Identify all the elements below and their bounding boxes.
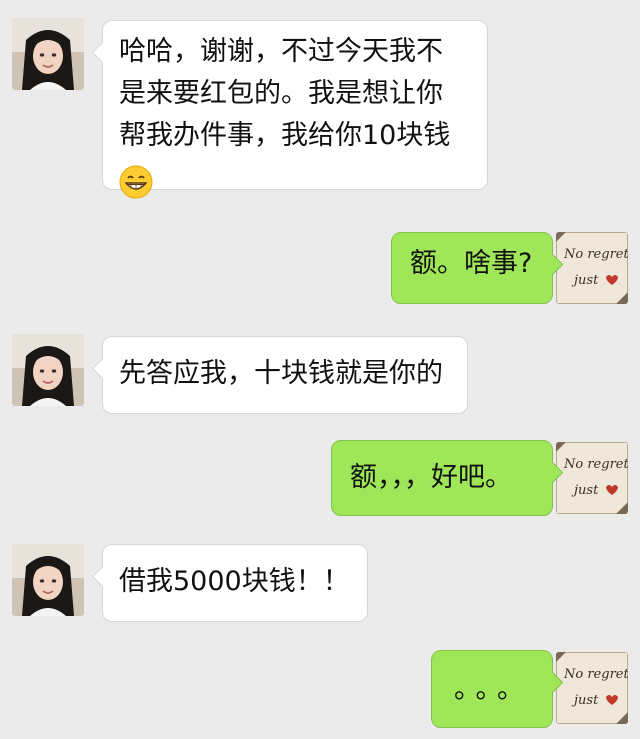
message-text: 先答应我，十块钱就是你的 xyxy=(119,358,443,389)
message-text-line: 是来要红包的。我是想让你 xyxy=(119,78,443,109)
svg-text:just: just xyxy=(571,693,599,708)
contact-avatar[interactable] xyxy=(12,544,84,616)
incoming-message-bubble[interactable]: 借我5000块钱！！ xyxy=(91,544,368,622)
message-text: 额，，，好吧。 xyxy=(350,462,512,493)
message-text: 。。。 xyxy=(454,674,532,705)
svg-text:just: just xyxy=(571,483,599,498)
message-row: No regrets just 额。啥事? xyxy=(0,228,640,310)
message-text: 额。啥事? xyxy=(410,248,533,279)
svg-text:just: just xyxy=(571,273,599,288)
svg-text:No regrets: No regrets xyxy=(563,247,628,262)
contact-avatar[interactable] xyxy=(12,334,84,406)
message-row: 哈哈，谢谢，不过今天我不 是来要红包的。我是想让你 帮我办件事，我给你10块钱 xyxy=(0,18,640,198)
message-row: No regrets just 额，，，好吧。 xyxy=(0,438,640,520)
grinning-face-icon xyxy=(119,165,153,198)
contact-avatar[interactable] xyxy=(12,18,84,90)
outgoing-message-bubble[interactable]: 额。啥事? xyxy=(391,232,564,304)
self-avatar[interactable]: No regrets just xyxy=(556,232,628,304)
self-avatar[interactable]: No regrets just xyxy=(556,652,628,724)
message-text: 借我5000块钱！！ xyxy=(119,566,350,597)
self-avatar[interactable]: No regrets just xyxy=(556,442,628,514)
incoming-message-bubble[interactable]: 哈哈，谢谢，不过今天我不 是来要红包的。我是想让你 帮我办件事，我给你10块钱 xyxy=(91,20,488,198)
message-row: 先答应我，十块钱就是你的 xyxy=(0,334,640,416)
chat-window[interactable]: 哈哈，谢谢，不过今天我不 是来要红包的。我是想让你 帮我办件事，我给你10块钱 xyxy=(0,0,640,739)
message-row: No regrets just 。。。 xyxy=(0,648,640,730)
outgoing-message-bubble[interactable]: 额，，，好吧。 xyxy=(331,440,564,516)
outgoing-message-bubble[interactable]: 。。。 xyxy=(431,650,564,728)
message-row: 借我5000块钱！！ xyxy=(0,544,640,626)
svg-text:No regrets: No regrets xyxy=(563,667,628,682)
incoming-message-bubble[interactable]: 先答应我，十块钱就是你的 xyxy=(91,336,468,414)
message-text-line: 帮我办件事，我给你10块钱 xyxy=(119,120,451,151)
message-text-line: 哈哈，谢谢，不过今天我不 xyxy=(119,36,443,67)
svg-text:No regrets: No regrets xyxy=(563,457,628,472)
